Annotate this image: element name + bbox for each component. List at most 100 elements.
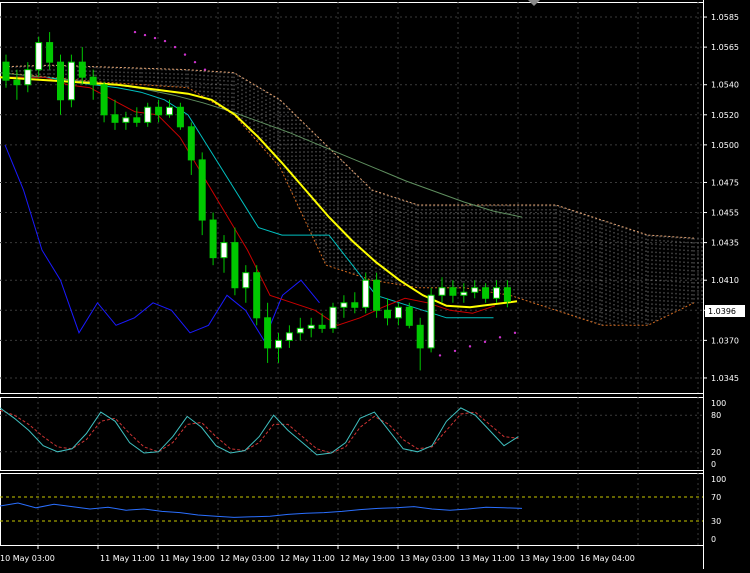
- chikou-span-line: [4, 144, 320, 342]
- current-price-label: 1.0396: [708, 307, 736, 316]
- price-axis-label: 1.0345: [711, 374, 739, 383]
- rsi-axis-label: 70: [711, 493, 721, 502]
- candle-body[interactable]: [133, 117, 141, 123]
- candle-body[interactable]: [264, 317, 272, 349]
- time-axis-label: 16 May 04:00: [580, 554, 635, 563]
- price-axis-label: 1.0520: [711, 111, 739, 120]
- candle-body[interactable]: [13, 79, 21, 86]
- psar-dot: [173, 45, 177, 49]
- psar-dot: [468, 345, 472, 348]
- candle-body[interactable]: [67, 61, 75, 101]
- panel-border-0: [0, 2, 704, 394]
- candle-body[interactable]: [231, 242, 239, 289]
- candle-body[interactable]: [2, 61, 10, 81]
- price-axis-label: 1.0475: [711, 178, 739, 187]
- candle-body[interactable]: [329, 306, 337, 329]
- stochastic-axis: 100 80 20 0: [711, 399, 726, 469]
- candle-body[interactable]: [427, 294, 435, 349]
- candle-body[interactable]: [318, 324, 326, 329]
- candle-body[interactable]: [373, 279, 381, 311]
- indicator-lines: [0, 72, 523, 342]
- candle-body[interactable]: [275, 339, 282, 349]
- candle-body[interactable]: [460, 291, 468, 296]
- candle-body[interactable]: [46, 42, 54, 63]
- candle-body[interactable]: [362, 279, 370, 308]
- stochastic-axis-label: 100: [711, 399, 726, 408]
- price-axis-label: 1.0455: [711, 209, 739, 218]
- price-axis-label: 1.0540: [711, 81, 739, 90]
- psar-dot: [513, 331, 517, 335]
- psar-dot: [498, 336, 502, 339]
- time-axis-label: 10 May 03:00: [0, 554, 55, 563]
- stochastic-axis-label: 20: [711, 448, 721, 457]
- candle-body[interactable]: [155, 106, 163, 116]
- candle-body[interactable]: [144, 106, 152, 123]
- candle-body[interactable]: [438, 287, 446, 296]
- candle-body[interactable]: [340, 302, 348, 308]
- candle-body[interactable]: [78, 61, 86, 78]
- candle-body[interactable]: [405, 306, 413, 326]
- time-axis: 10 May 03:00 11 May 11:00 11 May 19:00 12 M…: [0, 545, 635, 563]
- candle-body[interactable]: [166, 106, 173, 116]
- time-axis-label: 11 May 11:00: [100, 554, 155, 563]
- rsi-grid: [0, 473, 703, 545]
- panel-border-2: [0, 473, 704, 546]
- time-axis-label: 12 May 03:00: [220, 554, 275, 563]
- candle-body[interactable]: [394, 306, 402, 319]
- stochastic-axis-label: 0: [711, 460, 716, 469]
- candle-body[interactable]: [242, 272, 250, 289]
- candle-body[interactable]: [198, 159, 206, 221]
- candle-body[interactable]: [89, 76, 97, 86]
- candle-body[interactable]: [449, 287, 457, 296]
- ichimoku-cloud: [3, 64, 703, 326]
- psar-dot: [193, 60, 197, 64]
- psar-dot: [163, 39, 167, 43]
- candle-body[interactable]: [493, 287, 500, 299]
- psar-dot: [153, 36, 157, 40]
- panel-border-1: [0, 397, 704, 471]
- psar-dot: [133, 30, 137, 34]
- candle-body[interactable]: [384, 309, 391, 319]
- candle-body[interactable]: [471, 287, 479, 293]
- price-axis-label: 1.0565: [711, 43, 739, 52]
- chart-canvas[interactable]: 1.0585 1.0565 1.0540 1.0520 1.0500 1.0475 1.04…: [0, 0, 750, 569]
- candle-body[interactable]: [351, 302, 359, 308]
- time-axis-label: 13 May 03:00: [400, 554, 455, 563]
- candle-body[interactable]: [253, 272, 261, 319]
- candle-body[interactable]: [220, 242, 228, 259]
- candle-body[interactable]: [285, 332, 293, 341]
- candle-body[interactable]: [176, 106, 184, 128]
- rsi-series-line: [0, 502, 523, 518]
- parabolic-sar-dots: [133, 30, 517, 357]
- candle-body[interactable]: [100, 84, 108, 116]
- candle-body[interactable]: [209, 219, 217, 259]
- candle-body[interactable]: [111, 114, 119, 123]
- price-axis-label: 1.0435: [711, 239, 739, 248]
- candle-body[interactable]: [307, 324, 315, 329]
- candle-body[interactable]: [57, 61, 64, 101]
- stochastic-axis-label: 80: [711, 411, 721, 420]
- time-axis-label: 12 May 11:00: [280, 554, 335, 563]
- psar-dot: [143, 33, 147, 37]
- main-grid: [0, 2, 703, 393]
- psar-dot: [183, 53, 187, 56]
- trading-chart-window[interactable]: 1.0585 1.0565 1.0540 1.0520 1.0500 1.0475 1.04…: [0, 0, 750, 569]
- price-axis: 1.0585 1.0565 1.0540 1.0520 1.0500 1.0475 1.04…: [703, 13, 739, 383]
- candle-body[interactable]: [503, 287, 511, 302]
- price-axis-label: 1.0585: [711, 13, 739, 22]
- rsi-axis-label: 30: [711, 517, 721, 526]
- candle-body[interactable]: [482, 287, 490, 299]
- rsi-axis-label: 100: [711, 475, 726, 484]
- candle-body[interactable]: [24, 69, 32, 86]
- rsi-axis: 100 70 30 0: [711, 475, 726, 544]
- candle-body[interactable]: [35, 42, 43, 71]
- time-axis-label: 12 May 19:00: [340, 554, 395, 563]
- time-axis-label: 13 May 19:00: [520, 554, 575, 563]
- price-axis-label: 1.0410: [711, 276, 739, 285]
- psar-dot: [453, 349, 457, 353]
- candle-body[interactable]: [122, 117, 130, 123]
- candle-body[interactable]: [187, 126, 195, 161]
- candle-body[interactable]: [296, 327, 304, 334]
- candle-body[interactable]: [416, 324, 424, 349]
- current-price-tag: 1.0396: [705, 305, 745, 317]
